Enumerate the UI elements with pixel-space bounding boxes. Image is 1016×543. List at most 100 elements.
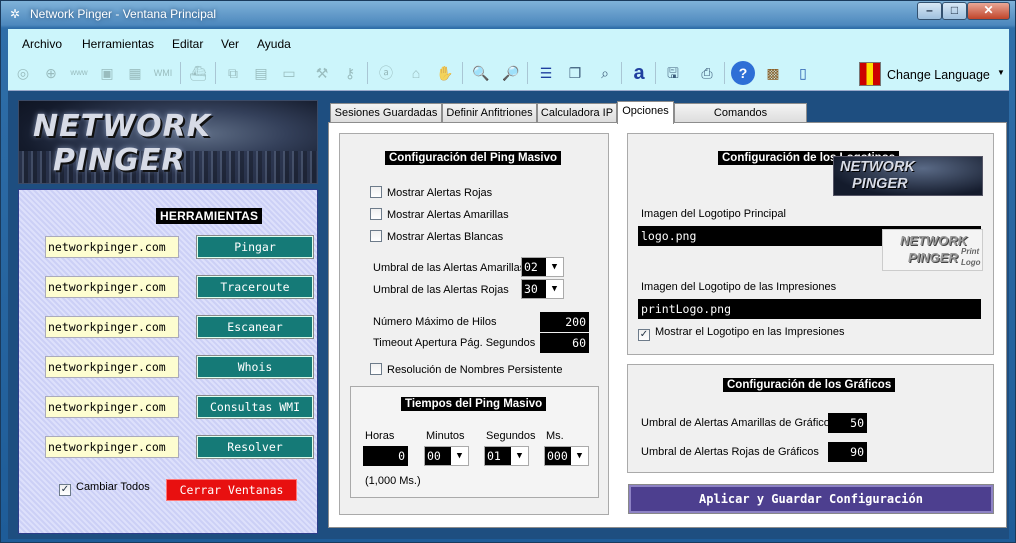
show-logo-label: Mostrar el Logotipo en las Impresiones — [655, 326, 845, 338]
zoom-in-icon[interactable]: 🔍 — [469, 61, 493, 85]
www-icon[interactable]: www — [67, 61, 91, 85]
print-logo-line2: PINGER — [908, 250, 958, 265]
menu-herramientas[interactable]: Herramientas — [82, 37, 154, 51]
traceroute-button[interactable]: Traceroute — [196, 275, 314, 299]
print-logo-path-input[interactable]: printLogo.png — [638, 299, 981, 319]
chevron-down-icon: ▼ — [451, 447, 468, 465]
print-logo-logo: Logo — [961, 258, 981, 267]
minimize-button[interactable]: – — [917, 2, 942, 20]
menu-ayuda[interactable]: Ayuda — [257, 37, 291, 51]
yellow-alerts-option[interactable]: Mostrar Alertas Amarillas — [370, 208, 509, 221]
persistent-resolution-option[interactable]: Resolución de Nombres Persistente — [370, 363, 562, 376]
hours-input[interactable]: 0 — [363, 446, 408, 466]
host-input-scan[interactable]: networkpinger.com — [45, 316, 179, 338]
image-icon[interactable]: ▤ — [249, 61, 273, 85]
checkbox-box[interactable] — [370, 208, 382, 220]
ms-note: (1,000 Ms.) — [365, 475, 421, 487]
main-logo-line1: NETWORK — [840, 159, 915, 175]
minutes-select[interactable]: 00 ▼ — [424, 446, 469, 466]
apply-save-button[interactable]: Aplicar y Guardar Configuración — [628, 484, 994, 514]
threads-input[interactable]: 200 — [540, 312, 589, 332]
menu-editar[interactable]: Editar — [172, 37, 203, 51]
checkbox-box[interactable] — [370, 230, 382, 242]
wmi-icon[interactable]: WMI — [151, 61, 175, 85]
print-icon[interactable]: ⎙ — [695, 61, 719, 85]
seconds-label: Segundos — [486, 430, 536, 442]
grid-icon[interactable]: ▦ — [123, 61, 147, 85]
chart-icon[interactable]: ▣ — [95, 61, 119, 85]
whois-button[interactable]: Whois — [196, 355, 314, 379]
tab-ip-calculator[interactable]: Calculadora IP — [537, 103, 617, 123]
yellow-alerts-label: Mostrar Alertas Amarillas — [387, 209, 509, 221]
client-area: Archivo Herramientas Editar Ver Ayuda ◎ … — [8, 29, 1009, 539]
toolbox-icon[interactable]: ▩ — [761, 61, 785, 85]
hours-label: Horas — [365, 430, 395, 442]
red-threshold-select[interactable]: 30 ▼ — [521, 279, 564, 299]
language-selector[interactable]: Change Language ▼ — [859, 61, 1007, 87]
wmi-button[interactable]: Consultas WMI — [196, 395, 314, 419]
charts-header: Configuración de los Gráficos — [723, 378, 896, 392]
print-logo-line1: NETWORK — [900, 233, 968, 248]
checkbox-box[interactable]: ✓ — [59, 484, 71, 496]
show-logo-option[interactable]: ✓ Mostrar el Logotipo en las Impresiones — [638, 326, 845, 341]
server-icon[interactable]: ☰ — [534, 61, 558, 85]
checkbox-box[interactable] — [370, 363, 382, 375]
resolve-button[interactable]: Resolver — [196, 435, 314, 459]
checkbox-box[interactable] — [370, 186, 382, 198]
threads-label: Número Máximo de Hilos — [373, 316, 497, 328]
font-icon[interactable]: a — [627, 61, 651, 85]
save-icon[interactable]: 🖫 — [661, 61, 685, 85]
exit-icon[interactable]: ▯ — [791, 61, 815, 85]
tab-saved-sessions[interactable]: Sesiones Guardadas — [330, 103, 442, 123]
seconds-select[interactable]: 01 ▼ — [484, 446, 529, 466]
tab-custom-commands[interactable]: Comandos Personalizados — [674, 103, 807, 137]
host-input-ping[interactable]: networkpinger.com — [45, 236, 179, 258]
white-alerts-option[interactable]: Mostrar Alertas Blancas — [370, 230, 503, 243]
ms-select[interactable]: 000 ▼ — [544, 446, 589, 466]
ping-button[interactable]: Pingar — [196, 235, 314, 259]
menu-ver[interactable]: Ver — [221, 37, 239, 51]
monitor-icon[interactable]: ▭ — [277, 61, 301, 85]
chevron-down-icon: ▼ — [511, 447, 528, 465]
tab-define-hosts[interactable]: Definir Anfitriones — [442, 103, 537, 123]
host-input-whois[interactable]: networkpinger.com — [45, 356, 179, 378]
menu-archivo[interactable]: Archivo — [22, 37, 62, 51]
ping-icon[interactable]: ◎ — [11, 61, 35, 85]
host-input-wmi[interactable]: networkpinger.com — [45, 396, 179, 418]
glove-icon[interactable]: ✋ — [433, 61, 457, 85]
change-all-checkbox[interactable]: ✓ Cambiar Todos — [59, 481, 150, 496]
tab-options[interactable]: Opciones — [617, 101, 674, 124]
a-icon[interactable]: ⓐ — [374, 61, 398, 85]
maximize-button[interactable]: □ — [942, 2, 967, 20]
title-bar[interactable]: ✲ Network Pinger - Ventana Principal – □… — [1, 1, 1015, 27]
close-windows-button[interactable]: Cerrar Ventanas — [166, 479, 297, 501]
yellow-threshold-value: 02 — [524, 260, 538, 274]
zoom-icon[interactable]: ⌕ — [593, 61, 617, 85]
flag-icon — [859, 62, 881, 86]
main-logo-line2: PINGER — [852, 176, 908, 192]
close-button[interactable]: ✕ — [967, 2, 1010, 20]
network-icon[interactable]: ⧉ — [221, 61, 245, 85]
chart-red-input[interactable]: 90 — [828, 442, 867, 462]
bank-icon[interactable]: ⌂ — [404, 61, 428, 85]
persistent-resolution-label: Resolución de Nombres Persistente — [387, 364, 563, 376]
chart-red-label: Umbral de Alertas Rojas de Gráficos — [641, 446, 819, 458]
charts-group: Configuración de los Gráficos Umbral de … — [627, 364, 994, 473]
wrench-icon[interactable]: ⚒ — [310, 61, 334, 85]
scan-button[interactable]: Escanear — [196, 315, 314, 339]
language-label: Change Language — [887, 68, 990, 82]
options-page: Configuración del Ping Masivo Mostrar Al… — [328, 122, 1007, 528]
red-alerts-option[interactable]: Mostrar Alertas Rojas — [370, 186, 492, 199]
document-icon[interactable]: ❐ — [563, 61, 587, 85]
help-icon[interactable]: ? — [731, 61, 755, 85]
timeout-input[interactable]: 60 — [540, 333, 589, 353]
plug-icon[interactable]: ⚷ — [338, 61, 362, 85]
search-icon[interactable]: ⊕ — [39, 61, 63, 85]
chart-yellow-input[interactable]: 50 — [828, 413, 867, 433]
ship-icon[interactable]: ⛴ — [186, 61, 210, 85]
checkbox-box[interactable]: ✓ — [638, 329, 650, 341]
zoom-out-icon[interactable]: 🔎 — [499, 61, 523, 85]
host-input-traceroute[interactable]: networkpinger.com — [45, 276, 179, 298]
host-input-resolve[interactable]: networkpinger.com — [45, 436, 179, 458]
yellow-threshold-select[interactable]: 02 ▼ — [521, 257, 564, 277]
